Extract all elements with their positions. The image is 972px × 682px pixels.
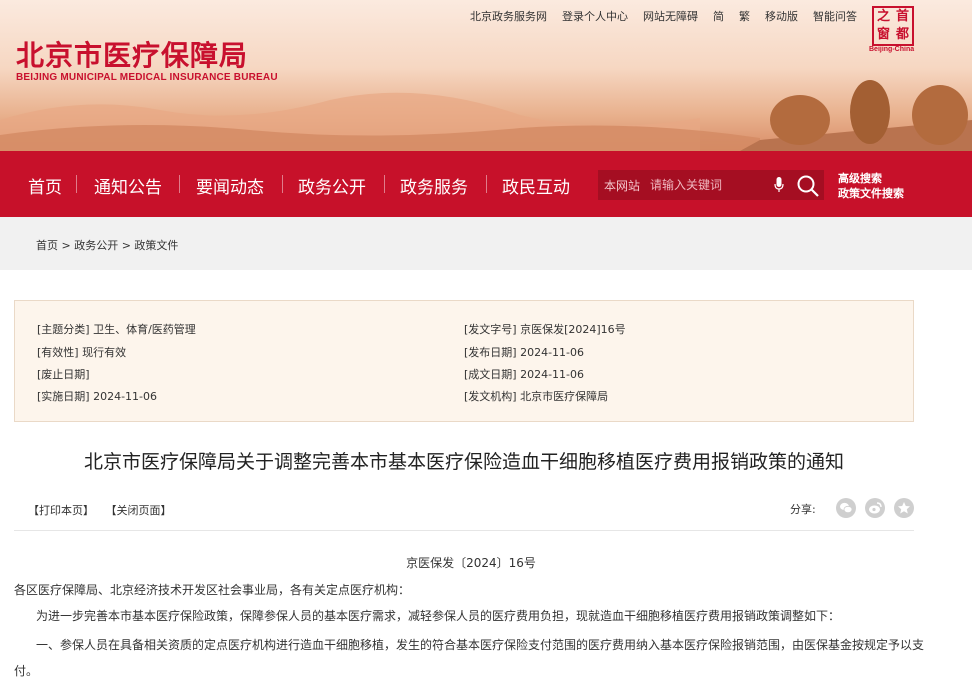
- intro-paragraph: 为进一步完善本市基本医疗保险政策，保障参保人员的基本医疗需求，减轻参保人员的医疗…: [36, 609, 841, 623]
- top-link-login[interactable]: 登录个人中心: [562, 8, 628, 24]
- nav-divider: [486, 175, 487, 193]
- nav-item-gov-service[interactable]: 政务服务: [400, 173, 468, 198]
- meta-label: [废止日期]: [37, 368, 90, 381]
- document-meta-table: [主题分类] 卫生、体育/医药管理 [有效性] 现行有效 [废止日期] [实施日…: [14, 300, 914, 422]
- meta-publish-date: [发布日期] 2024-11-06: [464, 344, 584, 360]
- meta-validity: [有效性] 现行有效: [37, 344, 126, 360]
- policy-search-link[interactable]: 政策文件搜索: [838, 186, 904, 201]
- meta-effective-date: [实施日期] 2024-11-06: [37, 388, 157, 404]
- wechat-share-button[interactable]: [836, 498, 856, 518]
- top-link-accessibility[interactable]: 网站无障碍: [643, 8, 698, 24]
- breadcrumb-bar: 首页 > 政务公开 > 政策文件: [0, 217, 972, 270]
- advanced-search-links: 高级搜索 政策文件搜索: [838, 171, 904, 201]
- top-links: 北京政务服务网 登录个人中心 网站无障碍 简 繁 移动版 智能问答: [470, 8, 872, 24]
- main-nav: 首页 通知公告 要闻动态 政务公开 政务服务 政民互动 本网站 高级搜索 政策文…: [0, 151, 972, 217]
- seal-char: 之: [876, 9, 890, 24]
- seal-subtitle: Beijing-China: [869, 46, 915, 53]
- close-page-link[interactable]: 【关闭页面】: [106, 504, 172, 517]
- salutation-paragraph: 各区医疗保障局、北京经济技术开发区社会事业局，各有关定点医疗机构：: [14, 583, 411, 597]
- nav-item-notices[interactable]: 通知公告: [94, 173, 162, 198]
- search-box: 本网站: [598, 170, 824, 200]
- meta-repeal-date: [废止日期]: [37, 366, 90, 382]
- document-number: 京医保发〔2024〕16号: [406, 556, 536, 570]
- top-link-mobile[interactable]: 移动版: [765, 8, 798, 24]
- seal-char: 首: [895, 9, 909, 24]
- meta-label: [发文字号]: [464, 323, 517, 336]
- seal-char: 窗: [876, 27, 890, 42]
- weibo-share-button[interactable]: [865, 498, 885, 518]
- site-logo-title[interactable]: 北京市医疗保障局: [16, 34, 248, 74]
- search-icon[interactable]: [796, 174, 820, 198]
- nav-divider: [179, 175, 180, 193]
- nav-divider: [76, 175, 77, 193]
- meta-value: 2024-11-06: [520, 346, 585, 359]
- weibo-icon: [869, 502, 882, 514]
- content-divider: [14, 530, 914, 531]
- nav-item-interaction[interactable]: 政民互动: [502, 173, 570, 198]
- nav-item-news[interactable]: 要闻动态: [196, 173, 264, 198]
- meta-value: 现行有效: [82, 346, 127, 359]
- favorite-share-button[interactable]: [894, 498, 914, 518]
- top-link-traditional[interactable]: 繁: [739, 8, 750, 24]
- meta-label: [发文机构]: [464, 390, 517, 403]
- meta-label: [主题分类]: [37, 323, 90, 336]
- print-page-link[interactable]: 【打印本页】: [28, 504, 94, 517]
- star-icon: [898, 502, 910, 514]
- capital-window-seal[interactable]: 之 首 窗 都: [872, 6, 914, 46]
- article-title: 北京市医疗保障局关于调整完善本市基本医疗保险造血干细胞移植医疗费用报销政策的通知: [83, 451, 844, 473]
- meta-topic: [主题分类] 卫生、体育/医药管理: [37, 321, 196, 337]
- article-tools: 【打印本页】 【关闭页面】: [28, 502, 180, 518]
- wechat-icon: [840, 502, 853, 514]
- meta-label: [成文日期]: [464, 368, 517, 381]
- seal-char: 都: [895, 27, 909, 42]
- meta-value: 卫生、体育/医药管理: [93, 323, 196, 336]
- search-scope[interactable]: 本网站: [604, 177, 640, 194]
- site-logo-subtitle: BEIJING MUNICIPAL MEDICAL INSURANCE BURE…: [16, 72, 278, 83]
- meta-label: [发布日期]: [464, 346, 517, 359]
- meta-value: 北京市医疗保障局: [520, 390, 609, 403]
- nav-divider: [384, 175, 385, 193]
- meta-label: [实施日期]: [37, 390, 90, 403]
- nav-item-home[interactable]: 首页: [28, 173, 62, 198]
- meta-value: 2024-11-06: [520, 368, 585, 381]
- meta-issuer: [发文机构] 北京市医疗保障局: [464, 388, 608, 404]
- meta-doc-number: [发文字号] 京医保发[2024]16号: [464, 321, 626, 337]
- breadcrumb[interactable]: 首页 > 政务公开 > 政策文件: [36, 237, 178, 253]
- header-banner: 北京市医疗保障局 BEIJING MUNICIPAL MEDICAL INSUR…: [0, 0, 972, 151]
- top-link-simplified[interactable]: 简: [713, 8, 724, 24]
- top-link-gov-service[interactable]: 北京政务服务网: [470, 8, 547, 24]
- meta-created-date: [成文日期] 2024-11-06: [464, 366, 584, 382]
- share-label: 分享:: [790, 503, 816, 516]
- nav-item-gov-open[interactable]: 政务公开: [298, 173, 366, 198]
- meta-label: [有效性]: [37, 346, 79, 359]
- clause-one-paragraph: 一、参保人员在具备相关资质的定点医疗机构进行造血干细胞移植，发生的符合基本医疗保…: [14, 638, 925, 678]
- nav-divider: [282, 175, 283, 193]
- meta-value: 2024-11-06: [93, 390, 158, 403]
- search-input[interactable]: [650, 175, 768, 195]
- top-link-qa[interactable]: 智能问答: [813, 8, 857, 24]
- microphone-icon[interactable]: [774, 177, 784, 193]
- meta-value: 京医保发[2024]16号: [520, 323, 626, 336]
- advanced-search-link[interactable]: 高级搜索: [838, 171, 904, 186]
